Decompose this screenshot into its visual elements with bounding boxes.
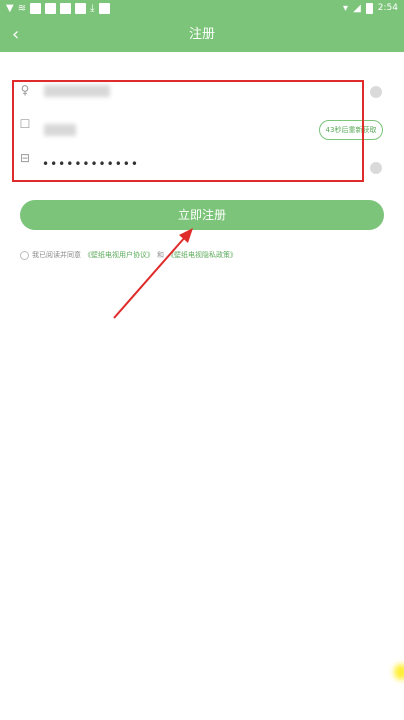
status-bar: ▼ ≋ ⤓ ▾ ◢ 2:54 [0,0,404,18]
app-icon [75,3,87,14]
wifi-icon: ≋ [17,3,27,14]
nav-bar: ‹ 注册 [0,18,404,52]
app-icon [60,3,72,14]
app-icon [45,3,57,14]
toggle-password-button[interactable] [370,162,382,174]
battery-icon [365,3,373,14]
redacted-code [44,124,76,136]
user-agreement-link[interactable]: 《壁纸电视用户协议》 [84,250,154,260]
password-input[interactable]: •••••••••••• [42,157,139,171]
status-right-icons: ▾ ◢ 2:54 [343,3,398,14]
arrow-head [179,228,193,243]
agree-checkbox[interactable] [20,250,29,260]
agreement-conjunction: 和 [157,251,164,259]
get-code-button[interactable]: 43秒后重新获取 [319,120,383,140]
sms-icon: ☐ [19,117,31,131]
download-icon: ⤓ [90,3,95,14]
wifi-icon: ▾ [343,3,349,14]
app-icon [30,3,42,14]
touch-indicator [394,664,404,680]
clear-phone-button[interactable] [370,86,382,98]
privacy-policy-link[interactable]: 《壁纸电视隐私政策》 [167,250,237,260]
lock-icon: ⊟ [19,151,31,165]
user-icon: ♀ [20,83,30,97]
arrow-shaft [113,235,187,319]
agreement-prefix: 我已阅读并同意 [32,251,81,259]
signal-icon: ◢ [353,3,361,14]
status-left-icons: ▼ ≋ ⤓ [6,3,110,14]
agreement: 我已阅读并同意 《壁纸电视用户协议》 和 《壁纸电视隐私政策》 [20,250,237,260]
status-time: 2:54 [377,3,398,13]
page-title: 注册 [188,27,215,42]
register-button[interactable]: 立即注册 [20,200,384,230]
redacted-phone [44,85,110,97]
app-icon [98,3,110,14]
signal-icon: ▼ [6,3,14,14]
